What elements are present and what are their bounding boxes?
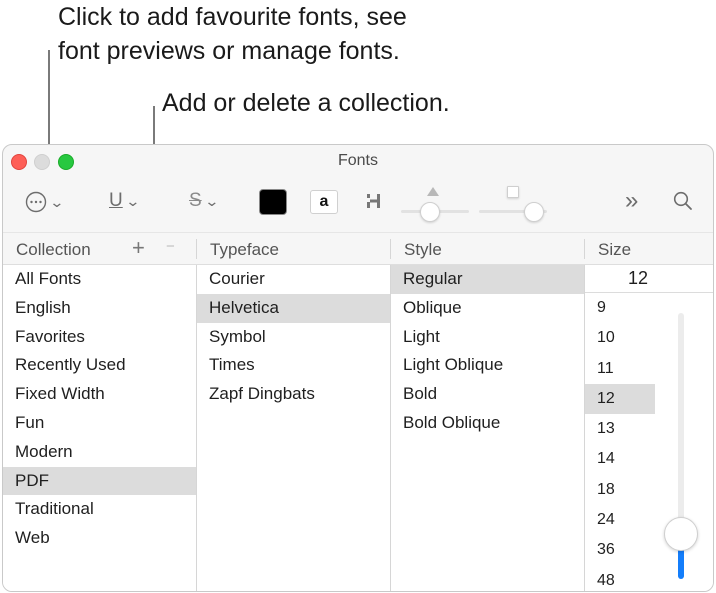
size-list-item[interactable]: 10 xyxy=(585,323,655,353)
size-list-item[interactable]: 11 xyxy=(585,354,655,384)
text-color-well[interactable] xyxy=(259,189,287,215)
callout-font-actions: Click to add favourite fonts, see font p… xyxy=(58,3,407,65)
text-shadow-button[interactable] xyxy=(367,193,381,209)
square-icon xyxy=(507,186,519,198)
chevron-down-icon: ⌄ xyxy=(124,192,141,209)
size-slider[interactable] xyxy=(664,313,698,579)
window-title: Fonts xyxy=(337,152,378,169)
action-menu-button[interactable]: ⌄ xyxy=(25,191,65,213)
callout-collection: Add or delete a collection. xyxy=(162,89,450,117)
list-item[interactable]: Fun xyxy=(3,409,196,438)
list-item[interactable]: Fixed Width xyxy=(3,380,196,409)
list-item[interactable]: Zapf Dingbats xyxy=(197,380,390,409)
list-item[interactable]: Times xyxy=(197,351,390,380)
header-divider xyxy=(196,239,197,259)
chevron-down-icon: ⌄ xyxy=(49,193,65,210)
size-panel: 12 9 10 11 12 13 14 18 24 36 48 xyxy=(585,265,713,591)
typeface-list[interactable]: Courier Helvetica Symbol Times Zapf Dingbats xyxy=(197,265,390,591)
size-list[interactable]: 9 10 11 12 13 14 18 24 36 48 xyxy=(585,293,713,591)
toolbar: ⌄ U ⌄ S ⌄ a » xyxy=(3,177,713,232)
list-item[interactable]: English xyxy=(3,294,196,323)
list-item[interactable]: Helvetica xyxy=(197,293,390,323)
double-chevron-right-icon: » xyxy=(625,187,639,214)
toolbar-overflow-button[interactable]: » xyxy=(625,187,638,215)
title-bar: Fonts xyxy=(3,145,713,177)
underline-icon: U xyxy=(109,190,123,211)
shadow-blur-slider[interactable] xyxy=(479,183,547,227)
header-divider xyxy=(584,239,585,259)
size-slider-knob[interactable] xyxy=(664,517,698,552)
column-header-row: Collection + − Typeface Style Size xyxy=(3,232,713,265)
list-item[interactable]: All Fonts xyxy=(3,265,196,294)
remove-collection-button[interactable]: − xyxy=(166,238,175,255)
size-list-item[interactable]: 36 xyxy=(585,535,655,565)
size-input[interactable]: 12 xyxy=(585,265,713,293)
ellipsis-circle-icon xyxy=(25,191,47,213)
list-item[interactable]: Modern xyxy=(3,438,196,467)
header-divider xyxy=(390,239,391,259)
size-list-item[interactable]: 14 xyxy=(585,444,655,474)
document-color-well[interactable]: a xyxy=(310,190,338,214)
style-list[interactable]: Regular Oblique Light Light Oblique Bold Bold… xyxy=(391,265,584,591)
list-item[interactable]: Oblique xyxy=(391,294,584,323)
list-item[interactable]: Courier xyxy=(197,265,390,294)
list-item[interactable]: PDF xyxy=(3,466,196,496)
underline-menu-button[interactable]: U ⌄ xyxy=(109,190,141,212)
list-item[interactable]: Bold xyxy=(391,380,584,409)
list-item[interactable]: Traditional xyxy=(3,495,196,524)
list-item[interactable]: Regular xyxy=(391,265,584,294)
list-item[interactable]: Light Oblique xyxy=(391,351,584,380)
size-header: Size xyxy=(598,240,632,259)
size-list-item[interactable]: 13 xyxy=(585,414,655,444)
style-header: Style xyxy=(404,240,442,259)
list-item[interactable]: Favorites xyxy=(3,323,196,352)
search-icon xyxy=(673,191,692,210)
collection-list[interactable]: All Fonts English Favorites Recently Used Fi… xyxy=(3,265,196,591)
strikethrough-icon: S xyxy=(189,190,202,211)
document-color-glyph: a xyxy=(319,193,329,210)
size-list-item[interactable]: 9 xyxy=(585,293,655,323)
list-item[interactable]: Bold Oblique xyxy=(391,409,584,438)
strikethrough-menu-button[interactable]: S ⌄ xyxy=(189,190,220,212)
size-list-item[interactable]: 18 xyxy=(585,475,655,505)
triangle-icon xyxy=(427,187,439,196)
list-item[interactable]: Recently Used xyxy=(3,351,196,380)
slider-knob[interactable] xyxy=(420,202,440,222)
list-item[interactable]: Light xyxy=(391,323,584,352)
list-item[interactable]: Symbol xyxy=(197,323,390,352)
slider-knob[interactable] xyxy=(524,202,544,222)
search-button[interactable] xyxy=(673,191,693,211)
fonts-window: Fonts ⌄ U ⌄ S ⌄ a » Collection + − Typef… xyxy=(2,144,714,592)
list-item[interactable]: Web xyxy=(3,524,196,553)
size-list-item[interactable]: 24 xyxy=(585,505,655,535)
shadow-opacity-slider[interactable] xyxy=(401,183,469,227)
text-shadow-icon xyxy=(367,194,380,208)
add-collection-button[interactable]: + xyxy=(132,235,145,261)
size-list-item[interactable]: 12 xyxy=(585,383,655,415)
collection-header: Collection xyxy=(16,240,91,259)
chevron-down-icon: ⌄ xyxy=(203,192,220,209)
typeface-header: Typeface xyxy=(210,240,279,259)
size-list-item[interactable]: 48 xyxy=(585,566,655,591)
